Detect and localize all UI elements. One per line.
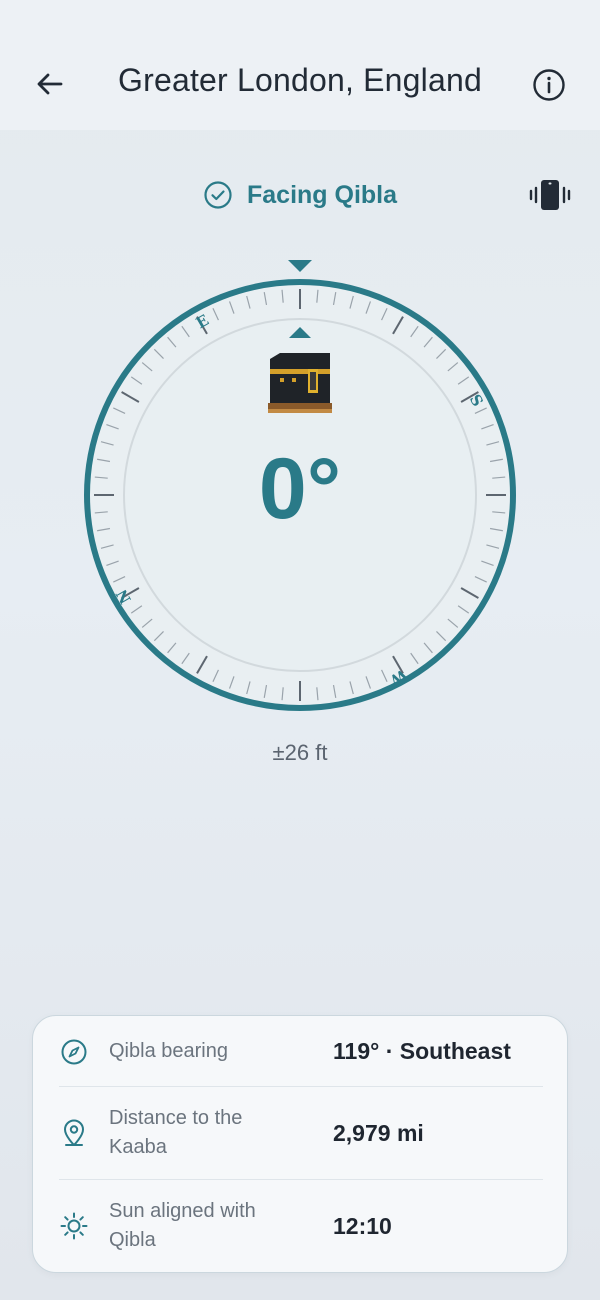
info-button[interactable] bbox=[530, 66, 568, 104]
vibrate-icon bbox=[529, 180, 571, 210]
app-header: Greater London, England bbox=[0, 0, 600, 130]
location-pin-icon bbox=[59, 1118, 89, 1148]
back-button[interactable] bbox=[30, 64, 70, 104]
row-value: 12:10 bbox=[333, 1213, 392, 1239]
info-icon bbox=[533, 69, 565, 101]
info-row-bearing: Qibla bearing 119° · Southeast bbox=[33, 1016, 569, 1086]
info-row-sun: Sun aligned with Qibla 12:10 bbox=[33, 1180, 569, 1272]
location-accuracy: ±26 ft bbox=[272, 740, 328, 765]
row-label: Distance to the Kaaba bbox=[109, 1107, 243, 1158]
kaaba-icon bbox=[268, 353, 332, 413]
page-title: Greater London, England bbox=[118, 62, 482, 98]
compass-icon bbox=[59, 1037, 89, 1067]
heading-pointer-icon bbox=[288, 260, 312, 272]
check-circle-icon bbox=[204, 181, 232, 209]
arrow-left-icon bbox=[37, 73, 63, 95]
sun-icon bbox=[59, 1211, 89, 1241]
info-row-distance: Distance to the Kaaba 2,979 mi bbox=[33, 1087, 569, 1179]
row-value: 119° · Southeast bbox=[333, 1038, 511, 1064]
qibla-info-card: Qibla bearing 119° · Southeast Distance … bbox=[32, 1015, 568, 1273]
status-text: Facing Qibla bbox=[246, 180, 398, 209]
vibrate-toggle-button[interactable] bbox=[528, 176, 572, 214]
qibla-degree: 0° bbox=[258, 441, 342, 537]
row-label: Qibla bearing bbox=[109, 1040, 228, 1062]
row-value: 2,979 mi bbox=[333, 1120, 424, 1146]
row-label: Sun aligned with Qibla bbox=[109, 1200, 256, 1251]
qibla-status: Facing Qibla bbox=[0, 176, 600, 214]
